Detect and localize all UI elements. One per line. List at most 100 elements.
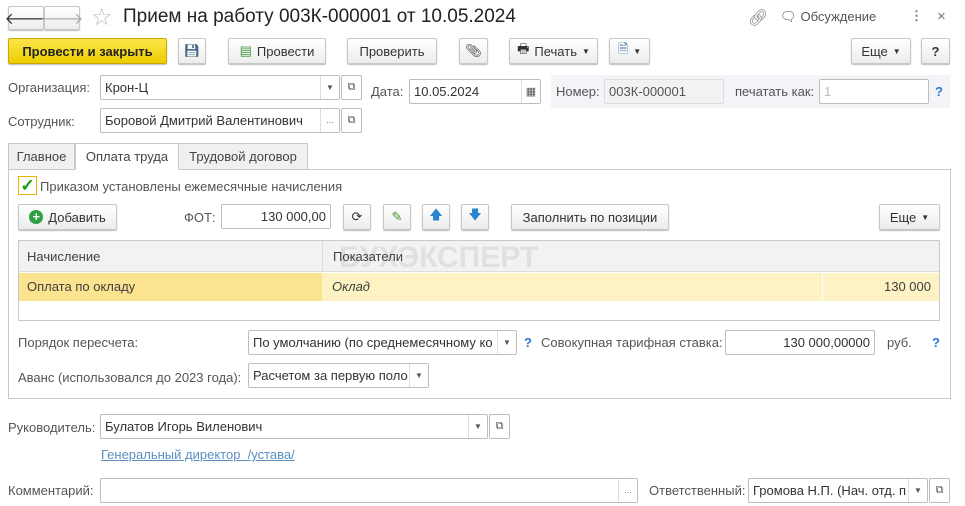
table-row[interactable]: Оплата по окладу Оклад 130 000 bbox=[19, 273, 939, 301]
monthly-accruals-checkbox[interactable]: ✓ bbox=[18, 176, 37, 195]
more-menu-icon[interactable]: ⋮ bbox=[910, 8, 923, 24]
select-ellipsis-icon[interactable]: … bbox=[618, 479, 637, 502]
more-label: Еще bbox=[889, 209, 917, 225]
date-label: Дата: bbox=[371, 84, 404, 99]
print-button[interactable]: 🖶 Печать ▼ bbox=[509, 38, 598, 64]
value-cell: 130 000 bbox=[822, 273, 939, 301]
chevron-down-icon: ▼ bbox=[633, 46, 642, 56]
link-icon[interactable]: 🔗︎ bbox=[748, 8, 768, 28]
favorite-star-icon[interactable]: ☆ bbox=[91, 3, 113, 32]
open-icon: ⧉ bbox=[347, 81, 356, 93]
chevron-down-icon: ▼ bbox=[892, 46, 901, 56]
window-title: Прием на работу 003К-000001 от 10.05.202… bbox=[123, 6, 516, 27]
tab-main[interactable]: Главное bbox=[8, 143, 75, 170]
chevron-down-icon[interactable]: ▼ bbox=[468, 415, 487, 438]
date-field[interactable]: 10.05.2024 ▦ bbox=[409, 79, 541, 104]
fill-by-position-button[interactable]: Заполнить по позиции bbox=[511, 204, 669, 230]
tab-contract[interactable]: Трудовой договор bbox=[178, 143, 308, 170]
rate-label: Совокупная тарифная ставка: bbox=[541, 335, 723, 350]
open-organization-button[interactable]: ⧉ bbox=[341, 75, 362, 100]
post-button[interactable]: ▤ Провести bbox=[228, 38, 326, 64]
employee-value: Боровой Дмитрий Валентинович bbox=[105, 113, 303, 128]
responsible-value: Громова Н.П. (Нач. отд. п bbox=[753, 483, 907, 498]
print-label: Печать bbox=[534, 43, 577, 59]
more-label: Еще bbox=[861, 43, 888, 59]
chevron-down-icon[interactable]: ▼ bbox=[409, 364, 428, 387]
add-label: Добавить bbox=[48, 209, 106, 225]
back-button[interactable]: 🡐 bbox=[5, 6, 47, 30]
check-button[interactable]: Проверить bbox=[347, 38, 437, 64]
discussion-button[interactable]: 🗨︎ Обсуждение bbox=[780, 9, 876, 25]
open-icon: ⧉ bbox=[495, 420, 504, 432]
accruals-table: Начисление Показатели БУХЭКСПЕРТ Оплата … bbox=[18, 240, 940, 321]
move-down-button[interactable]: 🡇 bbox=[461, 204, 489, 230]
head-position-link[interactable]: Генеральный директор /устава/ bbox=[101, 447, 295, 462]
indicator-cell: Оклад bbox=[332, 279, 370, 294]
recalc-label: Порядок пересчета: bbox=[18, 335, 139, 350]
chevron-down-icon[interactable]: ▼ bbox=[320, 76, 339, 99]
responsible-label: Ответственный: bbox=[649, 483, 746, 498]
save-icon: 💾︎ bbox=[183, 43, 201, 58]
forward-button[interactable]: 🡒 bbox=[41, 6, 83, 30]
recalc-value: По умолчанию (по среднемесячному ко bbox=[253, 335, 493, 350]
add-icon: + bbox=[29, 210, 44, 224]
accrual-cell: Оплата по окладу bbox=[19, 273, 322, 301]
edit-button[interactable]: ✎ bbox=[383, 204, 411, 230]
help-icon[interactable]: ? bbox=[932, 335, 940, 350]
rate-unit: руб. bbox=[887, 335, 912, 350]
printer-icon: 🖶 bbox=[517, 41, 530, 56]
help-icon[interactable]: ? bbox=[935, 84, 943, 99]
responsible-field[interactable]: Громова Н.П. (Нач. отд. п ▼ bbox=[748, 478, 928, 503]
recalc-select[interactable]: По умолчанию (по среднемесячному ко ▼ bbox=[248, 330, 517, 355]
document-export-icon: 🗎 bbox=[617, 41, 629, 56]
print-as-field[interactable]: 1 bbox=[819, 79, 929, 104]
column-header-accrual[interactable]: Начисление bbox=[27, 249, 100, 264]
fot-field[interactable]: 130 000,00 bbox=[221, 204, 331, 229]
open-icon: ⧉ bbox=[347, 114, 356, 126]
print-as-label: печатать как: bbox=[735, 84, 815, 99]
tab-payment[interactable]: Оплата труда bbox=[75, 143, 179, 170]
more-button[interactable]: Еще ▼ bbox=[851, 38, 911, 64]
date-value: 10.05.2024 bbox=[414, 84, 480, 99]
open-icon: ⧉ bbox=[935, 484, 944, 496]
arrow-up-icon: 🡅 bbox=[429, 207, 443, 222]
pencil-icon: ✎ bbox=[391, 209, 403, 224]
add-button[interactable]: + Добавить bbox=[18, 204, 117, 230]
open-employee-button[interactable]: ⧉ bbox=[341, 108, 362, 133]
post-label: Провести bbox=[256, 43, 315, 59]
advance-label: Аванс (использовался до 2023 года): bbox=[18, 370, 242, 385]
head-label: Руководитель: bbox=[8, 420, 96, 435]
employee-label: Сотрудник: bbox=[8, 114, 75, 129]
chevron-down-icon[interactable]: ▼ bbox=[497, 331, 516, 354]
watermark: БУХЭКСПЕРТ bbox=[339, 241, 539, 274]
paperclip-icon: 📎︎ bbox=[465, 43, 482, 58]
attach-button[interactable]: 📎︎ bbox=[459, 38, 488, 64]
table-more-button[interactable]: Еще ▼ bbox=[879, 204, 940, 230]
post-and-close-button[interactable]: Провести и закрыть bbox=[8, 38, 167, 64]
employee-field[interactable]: Боровой Дмитрий Валентинович … bbox=[100, 108, 340, 133]
rate-field[interactable]: 130 000,00000 bbox=[725, 330, 875, 355]
discussion-label: Обсуждение bbox=[800, 9, 877, 24]
select-ellipsis-icon[interactable]: … bbox=[320, 109, 339, 132]
open-head-button[interactable]: ⧉ bbox=[489, 414, 510, 439]
save-button[interactable]: 💾︎ bbox=[178, 38, 206, 64]
advance-select[interactable]: Расчетом за первую поло ▼ bbox=[248, 363, 429, 388]
comment-field[interactable]: … bbox=[100, 478, 638, 503]
fot-label: ФОТ: bbox=[184, 210, 216, 225]
help-icon[interactable]: ? bbox=[524, 335, 532, 350]
move-up-button[interactable]: 🡅 bbox=[422, 204, 450, 230]
head-field[interactable]: Булатов Игорь Виленович ▼ bbox=[100, 414, 488, 439]
organization-field[interactable]: Крон-Ц ▼ bbox=[100, 75, 340, 100]
export-button[interactable]: 🗎 ▼ bbox=[609, 38, 650, 64]
help-button[interactable]: ? bbox=[921, 38, 950, 64]
open-responsible-button[interactable]: ⧉ bbox=[929, 478, 950, 503]
close-icon[interactable]: × bbox=[937, 8, 946, 25]
refresh-button[interactable]: ⟳ bbox=[343, 204, 371, 230]
post-icon: ▤ bbox=[239, 43, 252, 58]
chevron-down-icon[interactable]: ▼ bbox=[908, 479, 927, 502]
chevron-down-icon: ▼ bbox=[921, 212, 930, 222]
number-field: 003К-000001 bbox=[604, 79, 724, 104]
calendar-icon[interactable]: ▦ bbox=[521, 80, 540, 103]
refresh-icon: ⟳ bbox=[351, 209, 363, 224]
advance-value: Расчетом за первую поло bbox=[253, 368, 408, 383]
